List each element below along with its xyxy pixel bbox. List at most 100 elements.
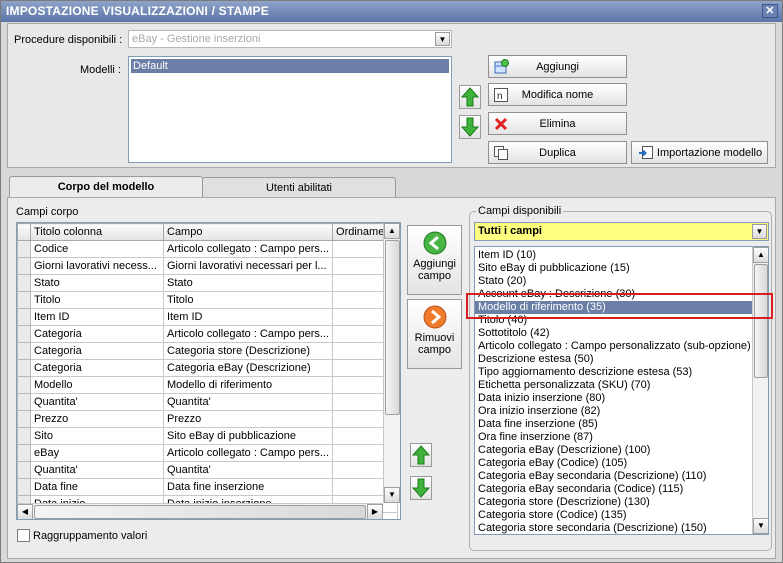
- available-field-item[interactable]: Item ID (10): [475, 249, 752, 262]
- row-header[interactable]: [17, 359, 31, 377]
- rename-model-button[interactable]: n Modifica nome: [488, 83, 627, 106]
- table-row[interactable]: Codice Articolo collegato : Campo pers...: [17, 240, 398, 258]
- col-header-field[interactable]: Campo: [162, 223, 334, 241]
- available-field-item[interactable]: Categoria store (Descrizione) (130): [475, 496, 752, 509]
- tab-model-body[interactable]: Corpo del modello: [9, 176, 203, 199]
- cell-title[interactable]: Titolo: [30, 291, 164, 309]
- scroll-down-icon[interactable]: ▼: [384, 487, 400, 503]
- table-row[interactable]: Data fine Data fine inserzione: [17, 478, 398, 496]
- move-field-up-button[interactable]: [410, 443, 432, 467]
- available-field-item[interactable]: Sito eBay di pubblicazione (15): [475, 262, 752, 275]
- table-row[interactable]: Giorni lavorativi necess... Giorni lavora…: [17, 257, 398, 275]
- row-header[interactable]: [17, 257, 31, 275]
- grouping-checkbox[interactable]: [17, 529, 30, 542]
- cell-title[interactable]: Sito: [30, 427, 164, 445]
- move-model-down-button[interactable]: [459, 115, 481, 139]
- table-row[interactable]: Categoria Categoria store (Descrizione): [17, 342, 398, 360]
- cell-field[interactable]: Quantita': [162, 393, 334, 411]
- available-field-item[interactable]: Sottotitolo (42): [475, 327, 752, 340]
- cell-field[interactable]: Modello di riferimento: [162, 376, 334, 394]
- import-model-button[interactable]: Importazione modello: [631, 141, 768, 164]
- cell-field[interactable]: Giorni lavorativi necessari per l...: [162, 257, 334, 275]
- table-row[interactable]: Quantita' Quantita': [17, 461, 398, 479]
- table-row[interactable]: Categoria Articolo collegato : Campo pers…: [17, 325, 398, 343]
- row-header[interactable]: [17, 427, 31, 445]
- grid-vertical-thumb[interactable]: [385, 240, 400, 415]
- row-header[interactable]: [17, 461, 31, 479]
- row-header[interactable]: [17, 393, 31, 411]
- body-fields-grid[interactable]: Titolo colonna Campo Ordiname... Codice A…: [16, 222, 401, 520]
- cell-field[interactable]: Categoria store (Descrizione): [162, 342, 334, 360]
- row-header[interactable]: [17, 291, 31, 309]
- remove-field-button[interactable]: Rimuovi campo: [407, 299, 462, 369]
- chevron-down-icon[interactable]: ▼: [752, 224, 767, 239]
- models-list[interactable]: Default: [128, 56, 452, 163]
- table-row[interactable]: Titolo Titolo: [17, 291, 398, 309]
- delete-model-button[interactable]: Elimina: [488, 112, 627, 135]
- row-header[interactable]: [17, 325, 31, 343]
- cell-field[interactable]: Stato: [162, 274, 334, 292]
- available-field-item[interactable]: Categoria store secondaria (Descrizione)…: [475, 522, 752, 534]
- available-field-item[interactable]: Ora fine inserzione (87): [475, 431, 752, 444]
- cell-field[interactable]: Articolo collegato : Campo pers...: [162, 325, 334, 343]
- add-model-button[interactable]: Aggiungi: [488, 55, 627, 78]
- available-field-item[interactable]: Ora inizio inserzione (82): [475, 405, 752, 418]
- table-row[interactable]: Modello Modello di riferimento: [17, 376, 398, 394]
- available-fields-list[interactable]: Item ID (10) Sito eBay di pubblicazione (…: [474, 246, 769, 535]
- cell-title[interactable]: Categoria: [30, 325, 164, 343]
- grid-horizontal-thumb[interactable]: [34, 505, 366, 519]
- available-field-item[interactable]: Articolo collegato : Campo personalizzat…: [475, 340, 752, 353]
- cell-title[interactable]: Prezzo: [30, 410, 164, 428]
- procedure-select[interactable]: eBay - Gestione inserzioni ▼: [128, 30, 452, 48]
- move-field-down-button[interactable]: [410, 476, 432, 500]
- available-field-item[interactable]: Categoria eBay (Codice) (105): [475, 457, 752, 470]
- cell-title[interactable]: Codice: [30, 240, 164, 258]
- scroll-up-icon[interactable]: ▲: [753, 247, 768, 263]
- row-header[interactable]: [17, 240, 31, 258]
- available-field-item[interactable]: Descrizione estesa (50): [475, 353, 752, 366]
- scroll-left-icon[interactable]: ◀: [17, 504, 33, 519]
- add-field-button[interactable]: Aggiungi campo: [407, 225, 462, 295]
- cell-field[interactable]: Quantita': [162, 461, 334, 479]
- cell-field[interactable]: Item ID: [162, 308, 334, 326]
- table-row[interactable]: Prezzo Prezzo: [17, 410, 398, 428]
- available-field-item[interactable]: Etichetta personalizzata (SKU) (70): [475, 379, 752, 392]
- cell-title[interactable]: Quantita': [30, 393, 164, 411]
- duplicate-model-button[interactable]: Duplica: [488, 141, 627, 164]
- cell-title[interactable]: Categoria: [30, 342, 164, 360]
- available-field-item[interactable]: Categoria eBay secondaria (Descrizione) …: [475, 470, 752, 483]
- close-button[interactable]: ✕: [762, 4, 778, 18]
- cell-title[interactable]: Giorni lavorativi necess...: [30, 257, 164, 275]
- available-vertical-scrollbar[interactable]: ▲ ▼: [752, 247, 768, 534]
- row-header[interactable]: [17, 274, 31, 292]
- cell-field[interactable]: Categoria eBay (Descrizione): [162, 359, 334, 377]
- row-header[interactable]: [17, 410, 31, 428]
- move-model-up-button[interactable]: [459, 85, 481, 109]
- row-header[interactable]: [17, 376, 31, 394]
- scroll-up-icon[interactable]: ▲: [384, 223, 400, 239]
- available-field-item[interactable]: Categoria eBay secondaria (Codice) (115): [475, 483, 752, 496]
- available-field-item[interactable]: Data fine inserzione (85): [475, 418, 752, 431]
- available-filter-select[interactable]: Tutti i campi ▼: [474, 222, 769, 241]
- table-row[interactable]: Categoria Categoria eBay (Descrizione): [17, 359, 398, 377]
- cell-title[interactable]: Quantita': [30, 461, 164, 479]
- available-field-item[interactable]: Tipo aggiornamento descrizione estesa (5…: [475, 366, 752, 379]
- cell-field[interactable]: Articolo collegato : Campo pers...: [162, 444, 334, 462]
- cell-title[interactable]: Modello: [30, 376, 164, 394]
- tab-enabled-users[interactable]: Utenti abilitati: [202, 177, 396, 198]
- row-header[interactable]: [17, 444, 31, 462]
- cell-field[interactable]: Prezzo: [162, 410, 334, 428]
- table-row[interactable]: Stato Stato: [17, 274, 398, 292]
- table-row[interactable]: Sito Sito eBay di pubblicazione: [17, 427, 398, 445]
- col-header-title[interactable]: Titolo colonna: [30, 223, 164, 241]
- cell-field[interactable]: Articolo collegato : Campo pers...: [162, 240, 334, 258]
- table-row[interactable]: Quantita' Quantita': [17, 393, 398, 411]
- cell-field[interactable]: Sito eBay di pubblicazione: [162, 427, 334, 445]
- row-header[interactable]: [17, 308, 31, 326]
- cell-title[interactable]: Stato: [30, 274, 164, 292]
- available-field-item[interactable]: Categoria store (Codice) (135): [475, 509, 752, 522]
- cell-title[interactable]: eBay: [30, 444, 164, 462]
- cell-field[interactable]: Titolo: [162, 291, 334, 309]
- cell-field[interactable]: Data fine inserzione: [162, 478, 334, 496]
- available-field-item[interactable]: Data inizio inserzione (80): [475, 392, 752, 405]
